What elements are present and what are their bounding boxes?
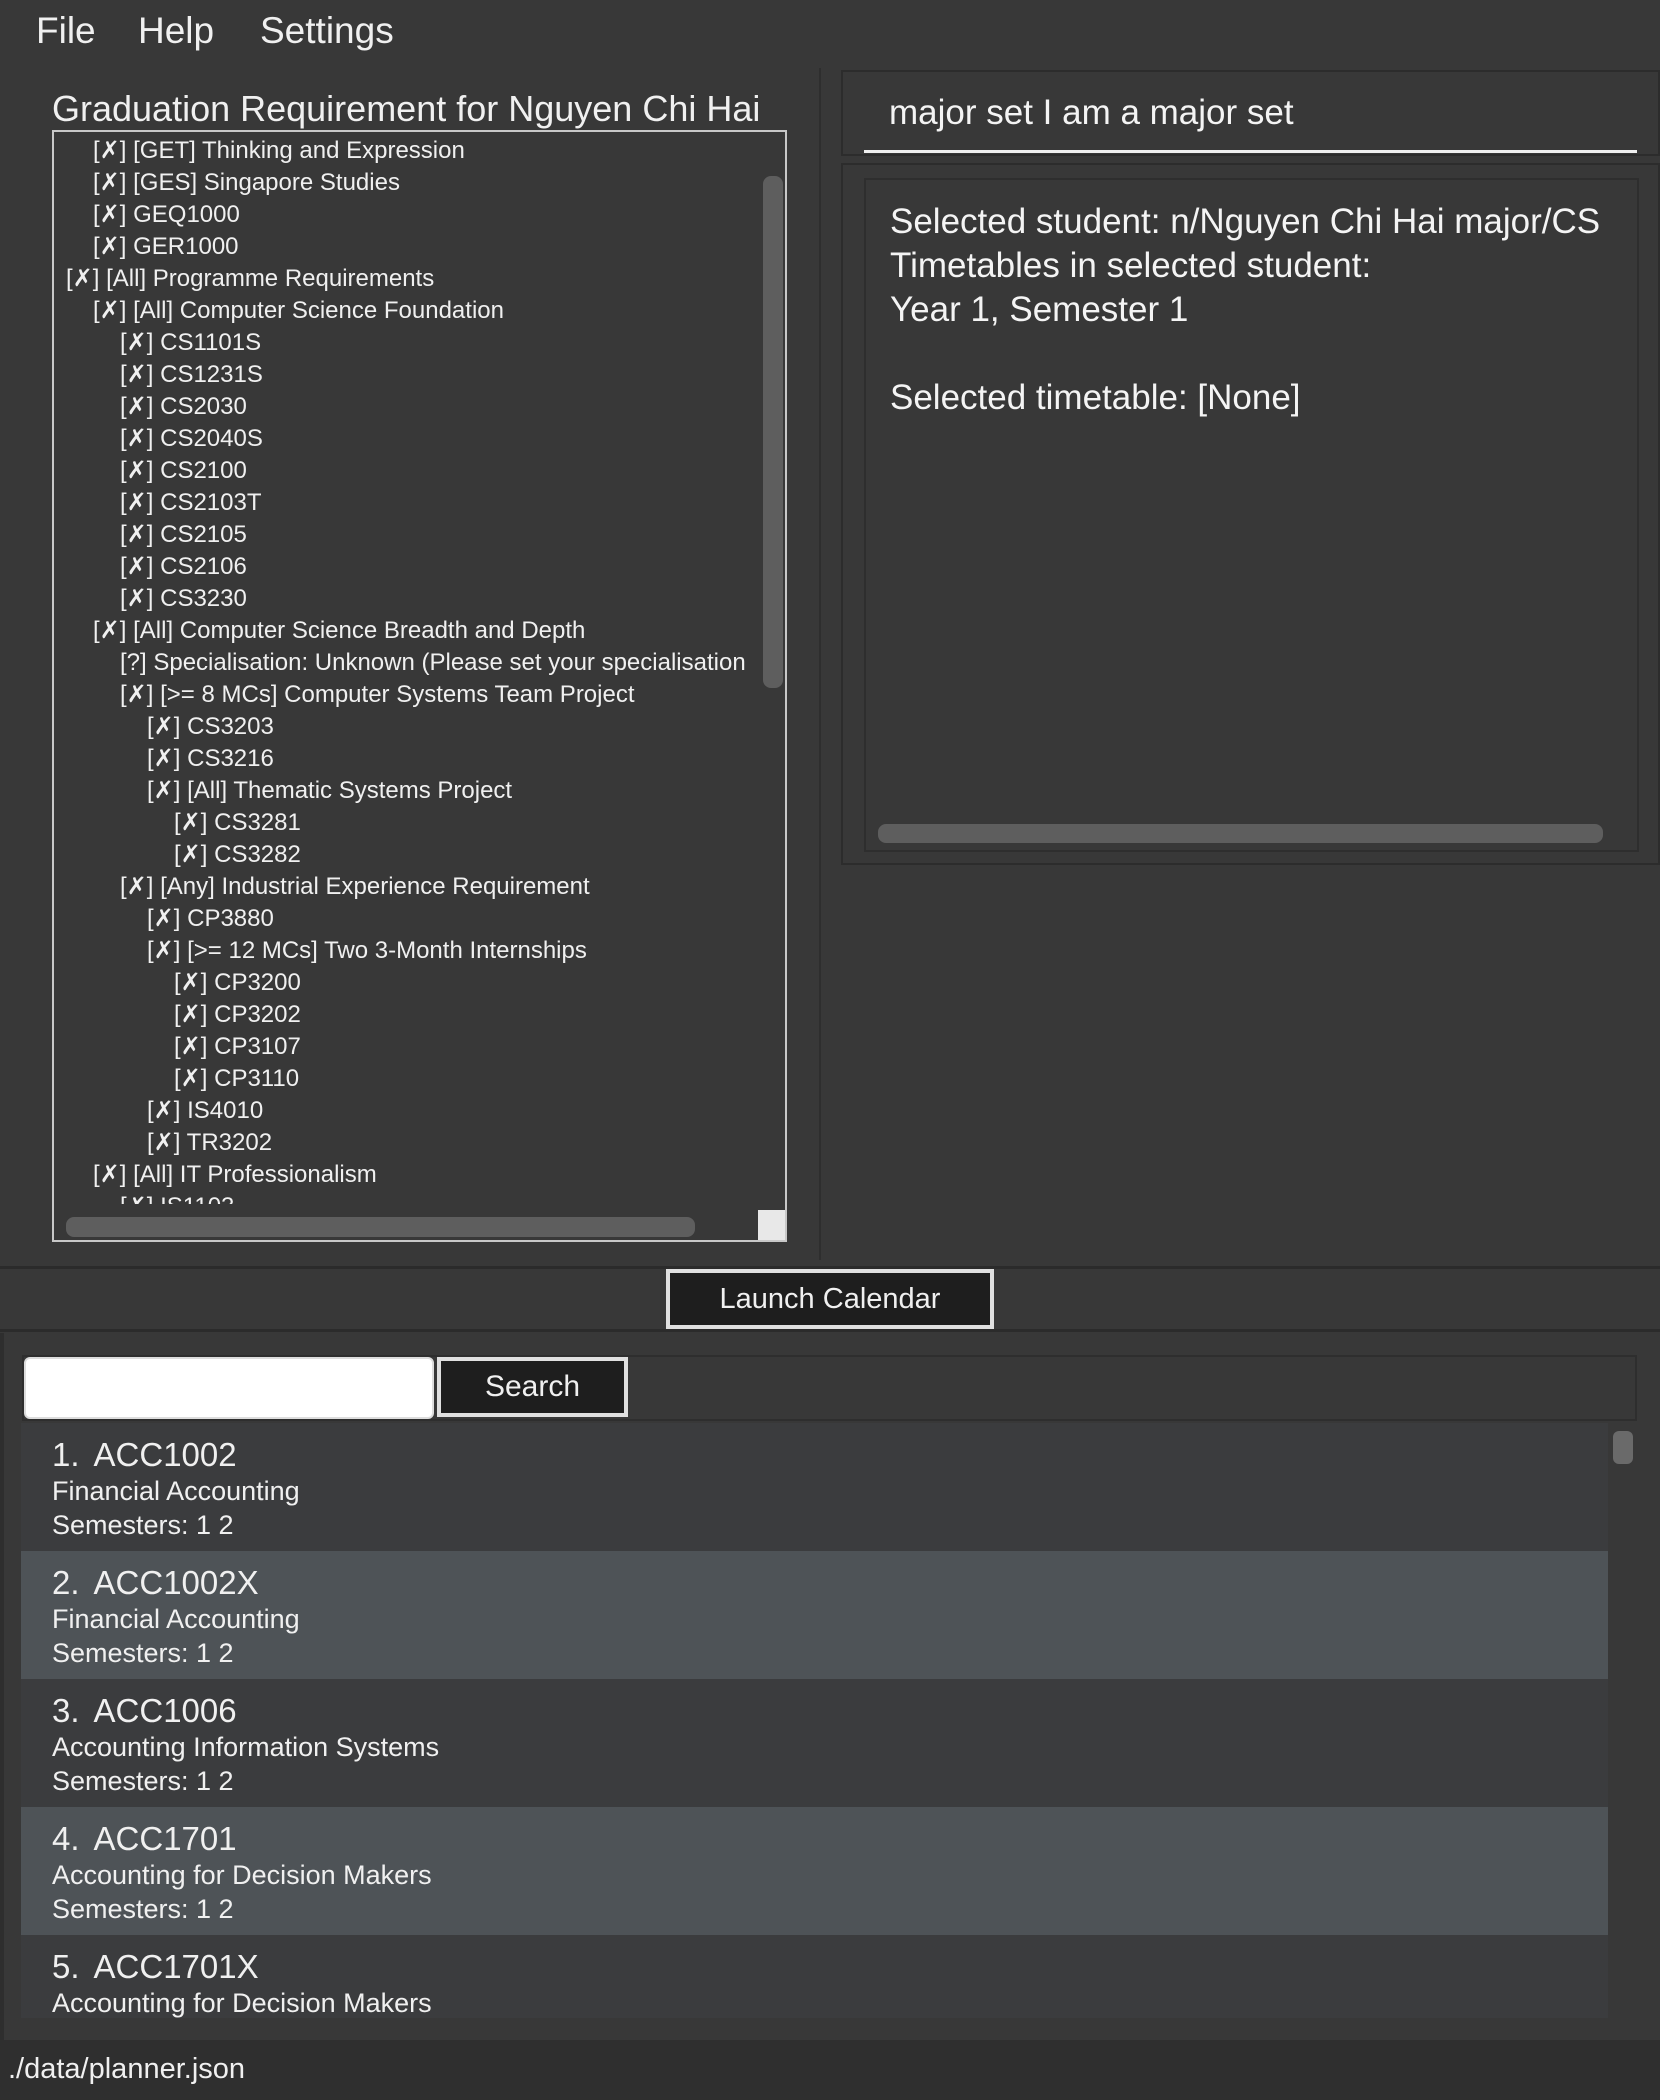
module-code: ACC1006 — [93, 1692, 237, 1729]
module-name: Accounting for Decision Makers — [52, 1860, 432, 1890]
requirement-row[interactable]: [?] Specialisation: Unknown (Please set … — [120, 647, 746, 679]
requirement-row[interactable]: [✗] CS2106 — [120, 551, 247, 583]
requirement-row[interactable]: [✗] [All] Programme Requirements — [66, 263, 434, 295]
module-title: 2. ACC1002X — [52, 1564, 259, 1602]
requirement-row[interactable]: [✗] [All] IT Professionalism — [93, 1159, 377, 1191]
module-title: 5. ACC1701X — [52, 1948, 259, 1986]
module-semesters: Semesters: 1 2 — [52, 1894, 234, 1924]
timetable-entry: Year 1, Semester 1 — [890, 290, 1189, 329]
status-bar: ./data/planner.json — [0, 2040, 1660, 2100]
module-name: Accounting Information Systems — [52, 1732, 440, 1762]
requirement-row[interactable]: [✗] CP3200 — [174, 967, 301, 999]
menu-file[interactable]: File — [36, 10, 96, 52]
requirement-row[interactable]: [✗] CS3216 — [147, 743, 274, 775]
requirements-title: Graduation Requirement for Nguyen Chi Ha… — [52, 88, 761, 129]
module-index: 5. — [52, 1948, 80, 1985]
tree-horizontal-scrollbar[interactable] — [66, 1217, 695, 1237]
requirement-row[interactable]: [✗] CS3282 — [174, 839, 301, 871]
module-semesters: Semesters: 1 2 — [52, 1638, 234, 1668]
requirement-row[interactable]: [✗] CS3203 — [147, 711, 274, 743]
requirement-row[interactable]: [✗] [>= 8 MCs] Computer Systems Team Pro… — [120, 679, 635, 711]
result-display[interactable]: Selected student: n/Nguyen Chi Hai major… — [864, 178, 1639, 852]
requirement-row[interactable]: [✗] CP3202 — [174, 999, 301, 1031]
requirement-row[interactable]: [✗] [GET] Thinking and Expression — [93, 135, 465, 167]
requirement-row[interactable]: [✗] CS2040S — [120, 423, 263, 455]
tree-vertical-scrollbar[interactable] — [763, 176, 783, 688]
menu-help[interactable]: Help — [138, 10, 214, 52]
module-code: ACC1002X — [93, 1564, 259, 1601]
requirement-row[interactable]: [✗] CS1101S — [120, 327, 261, 359]
module-list-item[interactable]: 1. ACC1002 Financial Accounting Semesters: … — [21, 1423, 1608, 1551]
module-index: 2. — [52, 1564, 80, 1601]
requirement-row[interactable]: [✗] CP3107 — [174, 1031, 301, 1063]
command-input[interactable] — [889, 92, 1613, 134]
selected-timetable-text: Selected timetable: [None] — [890, 378, 1301, 417]
command-box — [841, 70, 1660, 156]
menu-settings[interactable]: Settings — [260, 10, 394, 52]
module-list[interactable]: 1. ACC1002 Financial Accounting Semesters: … — [21, 1423, 1608, 2018]
requirement-row[interactable]: [✗] CP3110 — [174, 1063, 299, 1095]
file-path-status: ./data/planner.json — [8, 2053, 246, 2085]
module-list-item[interactable]: 2. ACC1002X Financial Accounting Semesters:… — [21, 1551, 1608, 1679]
requirement-row[interactable]: [✗] [All] Computer Science Breadth and D… — [93, 615, 585, 647]
search-button[interactable]: Search — [437, 1357, 628, 1417]
module-code: ACC1701 — [93, 1820, 237, 1857]
requirement-row[interactable]: [✗] CS2100 — [120, 455, 247, 487]
module-list-item[interactable]: 5. ACC1701X Accounting for Decision Makers — [21, 1935, 1608, 2018]
requirements-tree[interactable]: [✗] [GET] Thinking and Expression [✗] [GE… — [52, 130, 787, 1242]
requirement-row[interactable]: [✗] [GES] Singapore Studies — [93, 167, 400, 199]
split-divider[interactable] — [819, 68, 821, 1260]
timetables-label: Timetables in selected student: — [890, 246, 1372, 285]
module-code: ACC1701X — [93, 1948, 259, 1985]
module-title: 4. ACC1701 — [52, 1820, 237, 1858]
requirement-row[interactable]: [✗] CS3281 — [174, 807, 301, 839]
requirement-row[interactable]: [✗] [All] Computer Science Foundation — [93, 295, 504, 327]
requirement-row[interactable]: [✗] [Any] Industrial Experience Requirem… — [120, 871, 590, 903]
module-semesters: Semesters: 1 2 — [52, 1510, 234, 1540]
requirement-row[interactable]: [✗] CP3880 — [147, 903, 274, 935]
module-name: Financial Accounting — [52, 1476, 300, 1506]
command-underline — [864, 150, 1637, 153]
requirement-row[interactable]: [✗] CS3230 — [120, 583, 247, 615]
module-list-item[interactable]: 4. ACC1701 Accounting for Decision Makers S… — [21, 1807, 1608, 1935]
requirement-row[interactable]: [✗] CS2105 — [120, 519, 247, 551]
requirement-row[interactable]: [✗] GEQ1000 — [93, 199, 240, 231]
launch-calendar-button[interactable]: Launch Calendar — [666, 1269, 994, 1329]
requirements-tree-content: [✗] [GET] Thinking and Expression [✗] [GE… — [54, 132, 754, 1204]
requirement-row[interactable]: [✗] IS1103 — [120, 1191, 234, 1204]
result-display-panel: Selected student: n/Nguyen Chi Hai major… — [841, 163, 1660, 865]
requirement-row[interactable]: [✗] [>= 12 MCs] Two 3-Month Internships — [147, 935, 587, 967]
module-index: 1. — [52, 1436, 80, 1473]
module-list-item[interactable]: 3. ACC1006 Accounting Information Systems S… — [21, 1679, 1608, 1807]
module-name: Financial Accounting — [52, 1604, 300, 1634]
requirement-row[interactable]: [✗] CS2030 — [120, 391, 247, 423]
selected-student-text: Selected student: n/Nguyen Chi Hai major… — [890, 202, 1601, 241]
requirement-row[interactable]: [✗] GER1000 — [93, 231, 239, 263]
scroll-corner — [758, 1210, 785, 1240]
search-input[interactable] — [24, 1357, 434, 1419]
requirement-row[interactable]: [✗] TR3202 — [147, 1127, 272, 1159]
requirement-row[interactable]: [✗] IS4010 — [147, 1095, 263, 1127]
module-title: 3. ACC1006 — [52, 1692, 237, 1730]
module-name: Accounting for Decision Makers — [52, 1988, 432, 2018]
module-title: 1. ACC1002 — [52, 1436, 237, 1474]
result-horizontal-scrollbar[interactable] — [878, 824, 1603, 843]
menu-bar: File Help Settings — [0, 0, 1660, 68]
requirement-row[interactable]: [✗] [All] Thematic Systems Project — [147, 775, 512, 807]
module-semesters: Semesters: 1 2 — [52, 1766, 234, 1796]
module-index: 4. — [52, 1820, 80, 1857]
requirement-row[interactable]: [✗] CS2103T — [120, 487, 262, 519]
requirement-row[interactable]: [✗] CS1231S — [120, 359, 263, 391]
module-list-scrollbar[interactable] — [1613, 1431, 1633, 1464]
module-code: ACC1002 — [93, 1436, 237, 1473]
module-index: 3. — [52, 1692, 80, 1729]
